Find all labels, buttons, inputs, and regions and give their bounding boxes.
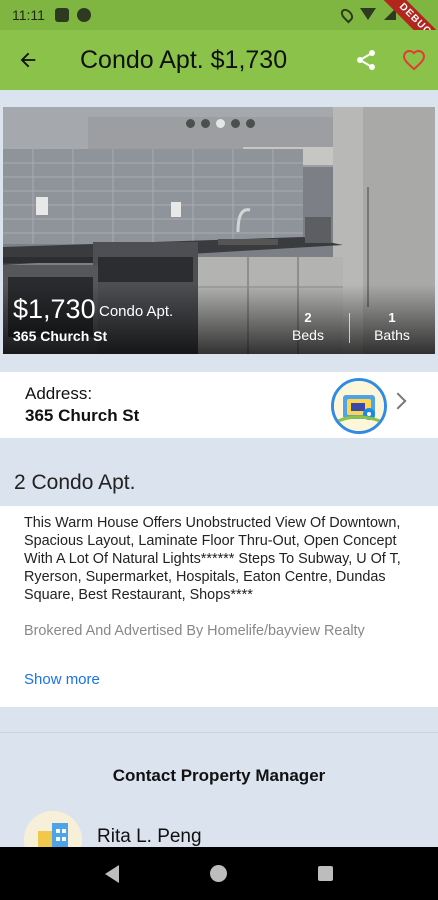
- notification-icon: [54, 8, 69, 22]
- description-title: 2 Condo Apt.: [14, 471, 136, 494]
- baths-count: 1: [388, 310, 396, 325]
- system-navigation-bar: [0, 847, 438, 900]
- section-divider: [0, 732, 438, 733]
- description-text-wrapper: This Warm House Offers Unobstructed View…: [24, 514, 414, 654]
- baths-label: Baths: [374, 327, 410, 343]
- description-fade: [24, 636, 414, 654]
- carousel-indicator[interactable]: [186, 119, 255, 128]
- description-card: This Warm House Offers Unobstructed View…: [0, 506, 438, 707]
- share-icon: [357, 50, 375, 70]
- listing-price: $1,730: [13, 294, 96, 324]
- manager-name[interactable]: Rita L. Peng: [97, 826, 202, 848]
- arrow-back-icon: [20, 52, 36, 68]
- nav-recents-icon[interactable]: [317, 866, 333, 881]
- carousel-dot[interactable]: [231, 119, 240, 128]
- page-title: Condo Apt. $1,730: [80, 45, 288, 74]
- stat-divider: [349, 313, 350, 343]
- back-button[interactable]: [0, 30, 56, 90]
- beds-stat: 2 Beds: [283, 310, 333, 343]
- show-more-link[interactable]: Show more: [24, 671, 100, 688]
- address-block: Address: 365 Church St: [25, 384, 139, 426]
- beds-count: 2: [304, 310, 312, 325]
- listing-address: 365 Church St: [13, 328, 108, 344]
- status-bar: 11:11: [0, 0, 438, 30]
- map-location-icon: [334, 381, 384, 431]
- baths-stat: 1 Baths: [367, 310, 417, 343]
- location-icon: [338, 6, 356, 24]
- app-notification-icon: [76, 8, 91, 22]
- contact-title: Contact Property Manager: [112, 766, 326, 785]
- wifi-icon: [360, 8, 376, 20]
- share-button[interactable]: [342, 30, 390, 90]
- nav-back-icon[interactable]: [105, 864, 120, 883]
- address-label: Address:: [25, 384, 93, 403]
- nav-home-icon[interactable]: [209, 865, 227, 882]
- carousel-dot[interactable]: [201, 119, 210, 128]
- heart-outline-icon: [402, 49, 426, 71]
- favorite-button[interactable]: [390, 30, 438, 90]
- listing-photo-carousel[interactable]: $1,730 Condo Apt. 365 Church St 2 Beds 1…: [3, 107, 435, 354]
- carousel-dot[interactable]: [186, 119, 195, 128]
- address-value: 365 Church St: [25, 406, 140, 425]
- listing-type: Condo Apt.: [99, 303, 174, 320]
- carousel-dot[interactable]: [216, 119, 225, 128]
- app-bar: Condo Apt. $1,730: [0, 30, 438, 90]
- carousel-dot[interactable]: [246, 119, 255, 128]
- map-button[interactable]: [331, 378, 387, 434]
- description-text: This Warm House Offers Unobstructed View…: [24, 515, 401, 603]
- status-time: 11:11: [12, 7, 45, 23]
- beds-label: Beds: [292, 327, 324, 343]
